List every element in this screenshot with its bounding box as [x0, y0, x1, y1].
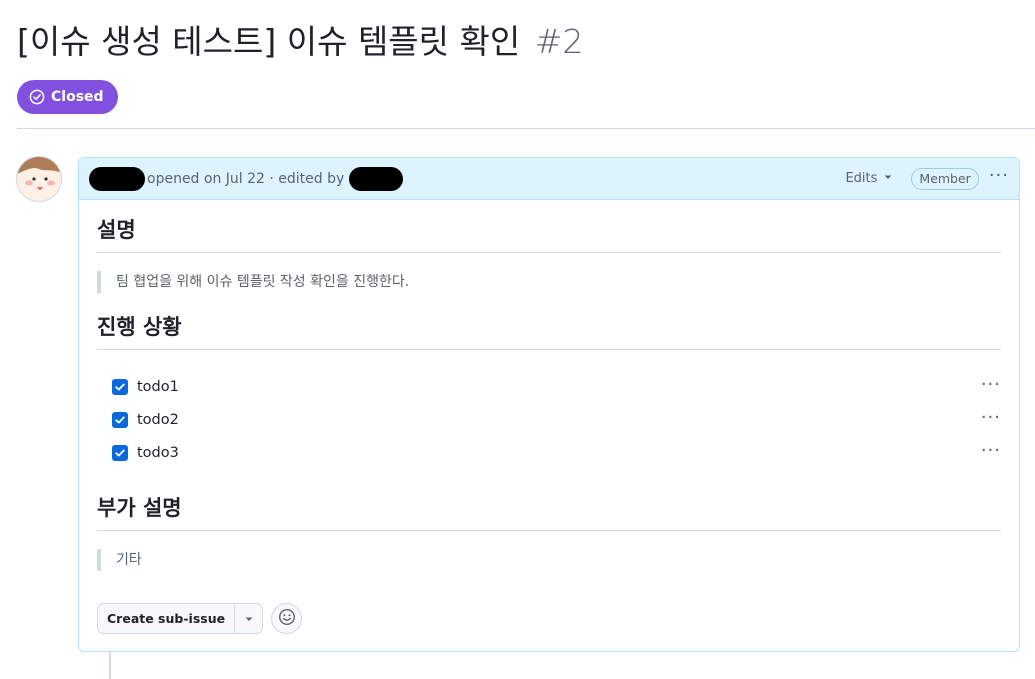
add-reaction-button[interactable]	[271, 603, 303, 634]
description-heading: 설명	[97, 216, 1001, 253]
edits-label: Edits	[845, 171, 878, 186]
comment-body: 설명 팀 협업을 위해 이슈 템플릿 작성 확인을 진행한다. 진행 상황 to…	[79, 200, 1019, 571]
extra-heading: 부가 설명	[97, 494, 1001, 531]
task-list: todo1 ··· todo2 ··· todo3 ···	[97, 370, 1001, 469]
kebab-horizontal-icon[interactable]: ···	[981, 374, 1001, 395]
issue-number: #2	[534, 22, 584, 61]
check-circle-icon	[29, 89, 45, 105]
smiley-icon	[278, 608, 296, 630]
task-item: todo3 ···	[97, 436, 1001, 469]
author-avatar[interactable]	[16, 156, 62, 202]
task-item: todo2 ···	[97, 403, 1001, 436]
caret-down-icon	[244, 609, 254, 628]
task-item: todo1 ···	[97, 370, 1001, 403]
opened-meta: opened on Jul 22 · edited by	[147, 170, 345, 187]
task-label: todo2	[137, 411, 179, 428]
issue-title-text: [이슈 생성 테스트] 이슈 템플릿 확인	[17, 22, 521, 61]
task-label: todo3	[137, 444, 179, 461]
task-checkbox[interactable]	[112, 378, 128, 395]
edits-dropdown-button[interactable]: Edits	[845, 171, 893, 186]
create-sub-issue-group: Create sub-issue	[97, 603, 264, 634]
task-checkbox[interactable]	[112, 444, 128, 461]
kebab-horizontal-icon[interactable]: ···	[981, 440, 1001, 461]
editor-name-redacted[interactable]	[349, 166, 404, 191]
timeline-line	[109, 652, 111, 679]
issue-comment: opened on Jul 22 · edited by Edits Membe…	[78, 157, 1020, 652]
sub-issue-dropdown-button[interactable]	[234, 604, 262, 633]
extra-quote: 기타	[97, 549, 1001, 571]
issue-state-badge: Closed	[17, 80, 118, 114]
task-label: todo1	[137, 378, 179, 395]
comment-header: opened on Jul 22 · edited by Edits Membe…	[79, 158, 1019, 200]
task-checkbox[interactable]	[112, 411, 128, 428]
issue-title: [이슈 생성 테스트] 이슈 템플릿 확인 #2	[17, 20, 583, 64]
kebab-horizontal-icon[interactable]: ···	[989, 166, 1009, 191]
author-name-redacted[interactable]	[89, 166, 145, 191]
member-role-badge: Member	[911, 167, 979, 190]
progress-heading: 진행 상황	[97, 313, 1001, 350]
description-quote: 팀 협업을 위해 이슈 템플릿 작성 확인을 진행한다.	[97, 271, 1001, 293]
comment-actions: Create sub-issue	[97, 603, 303, 634]
create-sub-issue-button[interactable]: Create sub-issue	[98, 604, 234, 633]
header-divider	[17, 128, 1035, 129]
kebab-horizontal-icon[interactable]: ···	[981, 407, 1001, 428]
caret-down-icon	[883, 171, 893, 186]
issue-page: [이슈 생성 테스트] 이슈 템플릿 확인 #2 Closed opened o…	[0, 0, 1035, 679]
issue-state-label: Closed	[51, 89, 104, 105]
